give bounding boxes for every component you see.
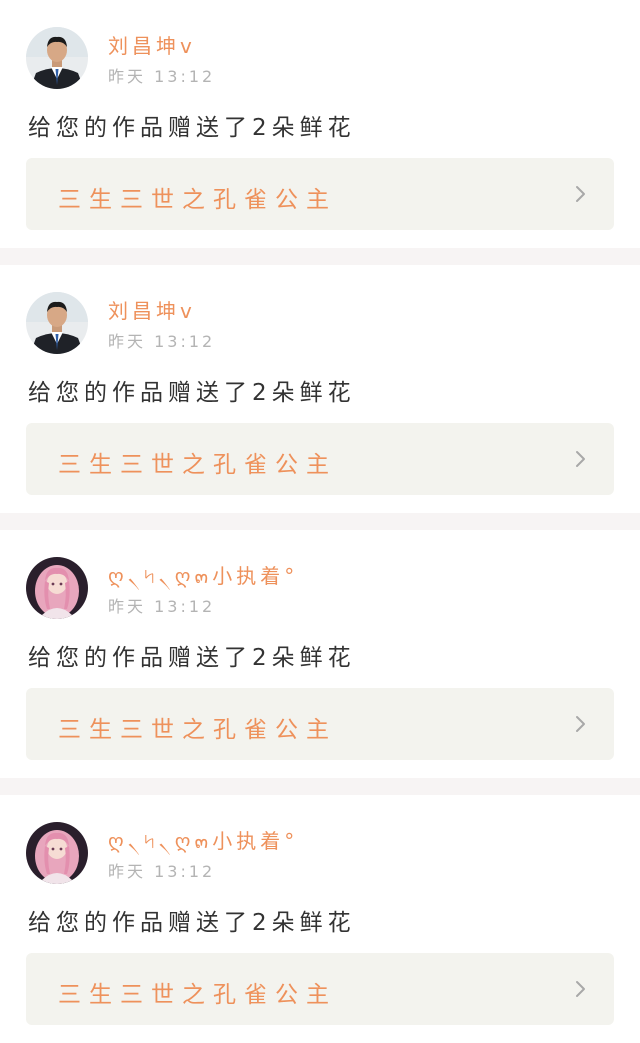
avatar[interactable]	[26, 27, 88, 89]
avatar[interactable]	[26, 822, 88, 884]
work-link[interactable]: 三生三世之孔雀公主	[26, 423, 614, 495]
username[interactable]: ღ৲৸৲ღ๓小执着°	[108, 825, 298, 860]
chevron-right-icon	[576, 186, 585, 202]
pink-hair-girl-icon	[26, 557, 88, 619]
timestamp: 昨天 13:12	[108, 332, 216, 351]
avatar[interactable]	[26, 292, 88, 354]
work-title: 三生三世之孔雀公主	[58, 717, 337, 743]
username[interactable]: ღ৲৸৲ღ๓小执着°	[108, 560, 298, 595]
gift-message: 给您的作品赠送了2朵鲜花	[28, 115, 356, 141]
work-link[interactable]: 三生三世之孔雀公主	[26, 688, 614, 760]
notification-card: ღ৲৸৲ღ๓小执着° 昨天 13:12 给您的作品赠送了2朵鲜花 三生三世之孔雀…	[0, 530, 640, 778]
gift-message: 给您的作品赠送了2朵鲜花	[28, 910, 356, 936]
gift-notification-feed: 刘昌坤v 昨天 13:12 给您的作品赠送了2朵鲜花 三生三世之孔雀公主 刘昌坤…	[0, 0, 640, 1043]
man-portrait-icon	[26, 292, 88, 354]
notification-card: 刘昌坤v 昨天 13:12 给您的作品赠送了2朵鲜花 三生三世之孔雀公主	[0, 0, 640, 248]
notification-card: ღ৲৸৲ღ๓小执着° 昨天 13:12 给您的作品赠送了2朵鲜花 三生三世之孔雀…	[0, 795, 640, 1043]
timestamp: 昨天 13:12	[108, 597, 216, 616]
work-title: 三生三世之孔雀公主	[58, 982, 337, 1008]
chevron-right-icon	[576, 716, 585, 732]
username[interactable]: 刘昌坤v	[108, 295, 196, 324]
gift-message: 给您的作品赠送了2朵鲜花	[28, 645, 356, 671]
chevron-right-icon	[576, 451, 585, 467]
chevron-right-icon	[576, 981, 585, 997]
pink-hair-girl-icon	[26, 822, 88, 884]
work-title: 三生三世之孔雀公主	[58, 187, 337, 213]
timestamp: 昨天 13:12	[108, 67, 216, 86]
avatar[interactable]	[26, 557, 88, 619]
timestamp: 昨天 13:12	[108, 862, 216, 881]
gift-message: 给您的作品赠送了2朵鲜花	[28, 380, 356, 406]
username[interactable]: 刘昌坤v	[108, 30, 196, 59]
work-link[interactable]: 三生三世之孔雀公主	[26, 158, 614, 230]
man-portrait-icon	[26, 27, 88, 89]
work-link[interactable]: 三生三世之孔雀公主	[26, 953, 614, 1025]
notification-card: 刘昌坤v 昨天 13:12 给您的作品赠送了2朵鲜花 三生三世之孔雀公主	[0, 265, 640, 513]
work-title: 三生三世之孔雀公主	[58, 452, 337, 478]
